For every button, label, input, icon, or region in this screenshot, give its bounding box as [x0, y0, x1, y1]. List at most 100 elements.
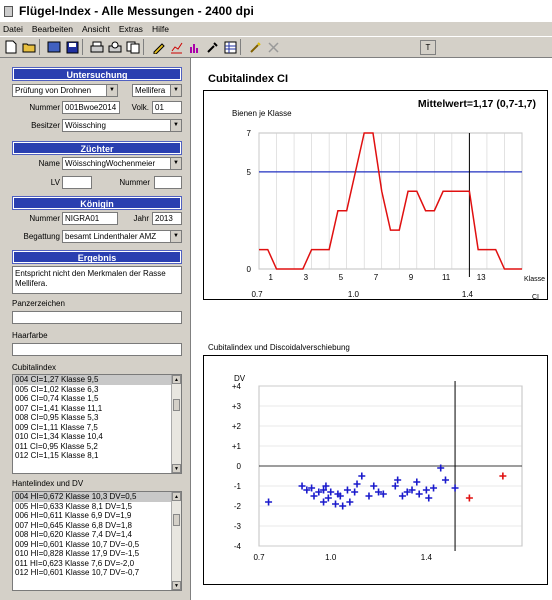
- chevron-down-icon[interactable]: ▼: [170, 231, 181, 242]
- list-item[interactable]: 010 HI=0,828 Klasse 17,9 DV=-1,5: [13, 549, 181, 559]
- list-item[interactable]: 009 CI=1,11 Klasse 7,5: [13, 423, 181, 433]
- chevron-down-icon[interactable]: ▼: [106, 85, 117, 96]
- menu-ansicht[interactable]: Ansicht: [82, 24, 110, 34]
- cubitalindex-list[interactable]: 004 CI=1,27 Klasse 9,5 005 CI=1,02 Klass…: [12, 374, 182, 474]
- scatter-chart: DV +4 +3 +2 +1 0 -1 -2 -3 -4 0.7 1.0 1.4: [203, 355, 548, 585]
- list-item[interactable]: 004 HI=0,672 Klasse 10,3 DV=0,5: [13, 492, 181, 502]
- list-item[interactable]: 007 CI=1,41 Klasse 11,1: [13, 404, 181, 414]
- toolbar-separator: [82, 39, 86, 55]
- scatter-point: [391, 482, 399, 490]
- koenigin-nummer-field[interactable]: NIGRA01: [62, 212, 118, 225]
- list-item[interactable]: 008 HI=0,620 Klasse 7,4 DV=1,4: [13, 530, 181, 540]
- cubitalindex-scrollbar[interactable]: ▲ ▼: [171, 375, 181, 473]
- zuechter-nummer-label: Nummer: [119, 178, 150, 187]
- toolbar: T: [0, 36, 552, 58]
- y-tick-label: 0: [247, 265, 252, 274]
- jahr-field[interactable]: 2013: [152, 212, 182, 225]
- list-item[interactable]: 010 CI=1,34 Klasse 10,4: [13, 432, 181, 442]
- hantel-scrollbar[interactable]: ▲ ▼: [171, 492, 181, 590]
- print-preview-icon[interactable]: [107, 39, 123, 55]
- list-item[interactable]: 005 HI=0,633 Klasse 8,1 DV=1,5: [13, 502, 181, 512]
- scatter-point: [415, 490, 423, 498]
- besitzer-select[interactable]: Wöissching ▼: [62, 119, 182, 132]
- zuechter-nummer-field[interactable]: [154, 176, 182, 189]
- list-item[interactable]: 007 HI=0,645 Klasse 6,8 DV=1,8: [13, 521, 181, 531]
- histogram-icon[interactable]: [186, 39, 202, 55]
- menu-datei[interactable]: Datei: [3, 24, 23, 34]
- image-icon[interactable]: [46, 39, 62, 55]
- list-item[interactable]: 006 CI=0,74 Klasse 1,5: [13, 394, 181, 404]
- scroll-down-icon[interactable]: ▼: [172, 464, 181, 473]
- race-select[interactable]: Mellifera ▼: [132, 84, 182, 97]
- chevron-down-icon[interactable]: ▼: [170, 85, 181, 96]
- scroll-down-icon[interactable]: ▼: [172, 581, 181, 590]
- volk-field[interactable]: 01: [152, 101, 182, 114]
- left-panel: Untersuchung Prüfung von Drohnen ▼ Mellif…: [0, 58, 190, 600]
- menu-extras[interactable]: Extras: [119, 24, 143, 34]
- pencil-icon[interactable]: [150, 39, 166, 55]
- panzerzeichen-label: Panzerzeichen: [12, 299, 65, 308]
- volk-label: Volk.: [131, 103, 149, 112]
- data-series-line: [259, 132, 522, 270]
- scatter-point: [499, 472, 507, 480]
- lv-field[interactable]: [62, 176, 92, 189]
- cubitalindex-chart: Bienen je Klasse Mittelwert=1,17 (0,7-1,7…: [203, 90, 548, 301]
- scatter-point: [332, 500, 340, 508]
- list-item[interactable]: 006 HI=0,611 Klasse 6,9 DV=1,9: [13, 511, 181, 521]
- cubitalindex-chart-title: Cubitalindex CI: [208, 73, 289, 85]
- y-tick-label: 7: [247, 129, 252, 138]
- scatter-point: [465, 494, 473, 502]
- chevron-down-icon[interactable]: ▼: [170, 158, 181, 169]
- zuechter-header: Züchter: [12, 141, 182, 155]
- table-icon[interactable]: [222, 39, 238, 55]
- open-folder-icon[interactable]: [21, 39, 37, 55]
- menu-bearbeiten[interactable]: Bearbeiten: [32, 24, 73, 34]
- scatter-point: [413, 478, 421, 486]
- list-item[interactable]: 011 HI=0,623 Klasse 7,6 DV=-2,0: [13, 559, 181, 569]
- haarfarbe-field[interactable]: [12, 343, 182, 356]
- scroll-up-icon[interactable]: ▲: [172, 492, 181, 501]
- scatter-point: [320, 498, 328, 506]
- scatter-chart-svg: DV+4+3+2+10-1-2-3-40.7 1.0 1.4: [232, 374, 523, 562]
- mean-annotation: Mittelwert=1,17 (0,7-1,7): [418, 98, 536, 110]
- hantel-list[interactable]: 004 HI=0,672 Klasse 10,3 DV=0,5 005 HI=0…: [12, 491, 182, 591]
- list-item[interactable]: 008 CI=0,95 Klasse 5,3: [13, 413, 181, 423]
- panzerzeichen-field[interactable]: [12, 311, 182, 324]
- menu-hilfe[interactable]: Hilfe: [152, 24, 169, 34]
- chart-icon[interactable]: [168, 39, 184, 55]
- scroll-thumb[interactable]: [173, 399, 180, 411]
- new-file-icon[interactable]: [3, 39, 19, 55]
- untersuchung-nummer-field[interactable]: 001Bwoe2014: [62, 101, 120, 114]
- y-tick-label: -3: [234, 522, 242, 531]
- scroll-thumb[interactable]: [173, 514, 180, 526]
- list-item[interactable]: 012 CI=1,15 Klasse 8,1: [13, 451, 181, 461]
- x-tick-label: 11: [442, 273, 451, 282]
- begattung-select[interactable]: besamt Lindenthaler AMZ ▼: [62, 230, 182, 243]
- t-button[interactable]: T: [420, 39, 436, 55]
- toolbar-separator: [143, 39, 147, 55]
- list-item[interactable]: 012 HI=0,601 Klasse 10,7 DV=-0,7: [13, 568, 181, 578]
- scatter-point: [430, 484, 438, 492]
- scatter-point: [346, 498, 354, 506]
- y-tick-label: +2: [232, 422, 242, 431]
- haarfarbe-label: Haarfarbe: [12, 331, 48, 340]
- chevron-down-icon[interactable]: ▼: [170, 120, 181, 131]
- tools-icon[interactable]: [204, 39, 220, 55]
- wand-icon[interactable]: [247, 39, 263, 55]
- x-tick-label: 5: [339, 273, 344, 282]
- list-item[interactable]: 011 CI=0,95 Klasse 5,2: [13, 442, 181, 452]
- untersuchung-type-select[interactable]: Prüfung von Drohnen ▼: [12, 84, 118, 97]
- app-icon: [4, 5, 13, 17]
- list-item[interactable]: 005 CI=1,02 Klasse 6,3: [13, 385, 181, 395]
- close-icon[interactable]: [265, 39, 281, 55]
- zuechter-name-select[interactable]: WöisschingWochenmeier ▼: [62, 157, 182, 170]
- ergebnis-text[interactable]: Entspricht nicht den Merkmalen der Rasse…: [12, 266, 182, 294]
- scroll-up-icon[interactable]: ▲: [172, 375, 181, 384]
- scatter-point: [398, 492, 406, 500]
- begattung-label: Begattung: [23, 232, 60, 241]
- list-item[interactable]: 009 HI=0,601 Klasse 10,7 DV=-0,5: [13, 540, 181, 550]
- save-icon[interactable]: [64, 39, 80, 55]
- copy-icon[interactable]: [125, 39, 141, 55]
- list-item[interactable]: 004 CI=1,27 Klasse 9,5: [13, 375, 181, 385]
- print-icon[interactable]: [89, 39, 105, 55]
